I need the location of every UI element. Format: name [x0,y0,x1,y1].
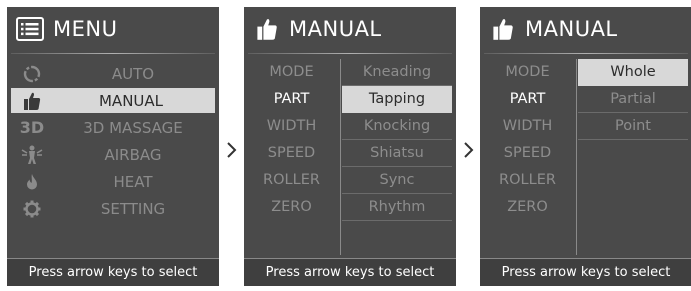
menu-item-label: HEAT [113,172,153,191]
manual-title: MANUAL [289,17,382,41]
menu-header: MENU [7,7,219,51]
option-kneading[interactable]: Kneading [342,59,452,86]
manual-header: MANUAL [244,7,456,51]
category-width[interactable]: WIDTH [480,113,575,140]
menu-item-auto[interactable]: AUTO [7,61,219,86]
thumbs-up-hand-icon [492,16,516,42]
footer-hint: Press arrow keys to select [244,258,456,286]
auto-cycle-icon [7,65,57,83]
category-part[interactable]: PART [244,86,339,113]
manual-category-list: MODE PART WIDTH SPEED ROLLER ZERO [480,59,575,221]
manual-title: MANUAL [525,17,618,41]
option-rhythm[interactable]: Rhythm [342,194,452,221]
option-whole[interactable]: Whole [578,59,688,86]
menu-item-label: AIRBAG [104,145,162,164]
area-option-list: Whole Partial Point [578,59,688,140]
thumbs-up-hand-icon [256,16,280,42]
gear-icon [7,200,57,218]
footer-hint: Press arrow keys to select [7,258,219,286]
manual-option-list: Kneading Tapping Knocking Shiatsu Sync R… [342,59,452,221]
category-zero[interactable]: ZERO [480,194,575,221]
category-part[interactable]: PART [480,86,575,113]
option-partial[interactable]: Partial [578,86,688,113]
thumbs-up-hand-icon [7,91,57,111]
column-divider [576,59,577,255]
menu-item-3d-massage[interactable]: 3D 3D MASSAGE [7,115,219,140]
category-zero[interactable]: ZERO [244,194,339,221]
header-divider [11,53,215,54]
menu-title: MENU [53,17,118,41]
menu-item-label: SETTING [100,199,166,218]
header-divider [248,53,452,54]
flame-icon [7,173,57,191]
airbag-person-icon [7,145,57,165]
chevron-right-icon [227,142,237,158]
category-roller[interactable]: ROLLER [480,167,575,194]
option-tapping[interactable]: Tapping [342,86,452,113]
category-speed[interactable]: SPEED [480,140,575,167]
menu-screen: MENU AUTO MANUAL 3D 3D MASSAGE AIRBAG HE… [7,7,219,286]
manual-header: MANUAL [480,7,691,51]
option-point[interactable]: Point [578,113,688,140]
menu-item-setting[interactable]: SETTING [7,196,219,221]
menu-list-icon [16,16,46,42]
menu-item-heat[interactable]: HEAT [7,169,219,194]
manual-category-list: MODE PART WIDTH SPEED ROLLER ZERO [244,59,339,221]
menu-item-manual[interactable]: MANUAL [11,88,215,113]
manual-screen-area: MANUAL MODE PART WIDTH SPEED ROLLER ZERO… [480,7,691,286]
category-roller[interactable]: ROLLER [244,167,339,194]
chevron-right-icon [464,142,474,158]
menu-item-label: 3D MASSAGE [83,118,183,137]
manual-screen-part: MANUAL MODE PART WIDTH SPEED ROLLER ZERO… [244,7,456,286]
footer-hint: Press arrow keys to select [480,258,691,286]
category-speed[interactable]: SPEED [244,140,339,167]
category-mode[interactable]: MODE [480,59,575,86]
option-knocking[interactable]: Knocking [342,113,452,140]
header-divider [484,53,688,54]
3d-text-icon: 3D [19,118,45,137]
option-sync[interactable]: Sync [342,167,452,194]
menu-item-airbag[interactable]: AIRBAG [7,142,219,167]
option-shiatsu[interactable]: Shiatsu [342,140,452,167]
menu-item-label: MANUAL [98,91,164,110]
column-divider [340,59,341,255]
category-mode[interactable]: MODE [244,59,339,86]
menu-item-label: AUTO [111,64,155,83]
category-width[interactable]: WIDTH [244,113,339,140]
